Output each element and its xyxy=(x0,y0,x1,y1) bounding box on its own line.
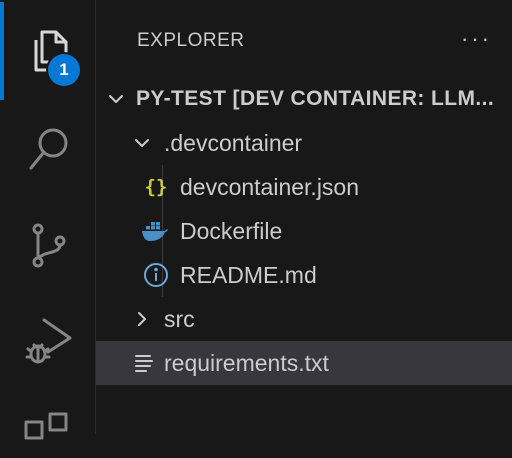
activity-bar: 1 xyxy=(0,0,96,440)
text-file-icon xyxy=(130,349,158,377)
tree-item-label: Dockerfile xyxy=(180,217,283,244)
tree-item-label: README.md xyxy=(180,261,317,288)
active-view-indicator xyxy=(0,2,4,100)
tree-folder-src[interactable]: src xyxy=(96,297,512,341)
tree-file-dockerfile[interactable]: Dockerfile xyxy=(96,209,512,253)
tree-item-label: devcontainer.json xyxy=(180,173,360,200)
tree-item-label: requirements.txt xyxy=(164,349,329,376)
chevron-right-icon xyxy=(132,309,152,329)
run-debug-icon[interactable] xyxy=(24,316,74,366)
tree-item-label: src xyxy=(164,305,195,332)
explorer-badge: 1 xyxy=(48,54,80,86)
chevron-down-icon xyxy=(132,133,152,153)
explorer-sidebar: EXPLORER ··· PY-TEST [DEV CONTAINER: LLM… xyxy=(96,0,512,434)
tree-item-label: .devcontainer xyxy=(164,129,303,156)
tree-file-readme[interactable]: README.md xyxy=(96,253,512,297)
extensions-icon[interactable] xyxy=(24,408,74,458)
root-folder-label: PY-TEST [DEV CONTAINER: LLM... xyxy=(136,87,495,110)
json-file-icon: {} xyxy=(144,176,168,198)
tree-folder-devcontainer[interactable]: .devcontainer xyxy=(96,121,512,165)
search-icon[interactable] xyxy=(24,124,74,174)
root-folder-row[interactable]: PY-TEST [DEV CONTAINER: LLM... xyxy=(96,77,512,121)
explorer-title: EXPLORER xyxy=(137,30,245,51)
source-control-icon[interactable] xyxy=(24,220,74,270)
chevron-down-icon xyxy=(106,89,126,109)
more-actions-button[interactable]: ··· xyxy=(461,26,492,52)
tree-file-devcontainer-json[interactable]: {} devcontainer.json xyxy=(96,165,512,209)
tree-file-requirements[interactable]: requirements.txt xyxy=(96,341,512,385)
docker-whale-icon xyxy=(141,217,169,245)
info-icon xyxy=(142,261,170,289)
